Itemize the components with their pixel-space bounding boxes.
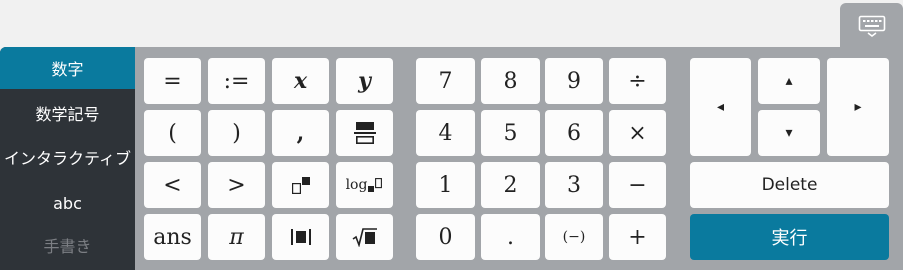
- category-tab-label: 手書き: [43, 237, 92, 256]
- chevron-up-icon: ▴: [785, 73, 793, 89]
- key-label: 実行: [771, 228, 808, 249]
- key-label: π: [229, 224, 244, 250]
- log-slots-icon: [368, 178, 383, 192]
- negate-key[interactable]: (−): [545, 214, 603, 260]
- absolute-value-icon: [290, 229, 311, 245]
- key-label: (−): [562, 229, 586, 245]
- assign-key[interactable]: :=: [208, 58, 265, 104]
- key-label: 5: [503, 120, 518, 146]
- cursor-up-key[interactable]: ▴: [758, 58, 820, 104]
- less-than-key[interactable]: <: [144, 162, 201, 208]
- key-label: log: [345, 177, 368, 193]
- key-label: ,: [296, 120, 305, 146]
- key-label: x: [293, 68, 308, 94]
- subtract-key[interactable]: −: [609, 162, 666, 208]
- key-label: ÷: [628, 68, 647, 94]
- digit-8-key[interactable]: 8: [481, 58, 540, 104]
- key-label: 9: [567, 68, 581, 94]
- key-label: ans: [153, 224, 192, 250]
- square-root-icon: [352, 228, 377, 247]
- key-label: <: [163, 172, 182, 198]
- log-key[interactable]: log: [336, 162, 393, 208]
- chevron-left-icon: ◂: [716, 99, 725, 115]
- digit-4-key[interactable]: 4: [416, 110, 475, 156]
- multiply-key[interactable]: ×: [609, 110, 666, 156]
- absolute-value-key[interactable]: [272, 214, 329, 260]
- cursor-right-key[interactable]: ▸: [827, 58, 889, 156]
- variable-y-key[interactable]: y: [336, 58, 393, 104]
- digit-3-key[interactable]: 3: [545, 162, 603, 208]
- key-label: 7: [438, 68, 453, 94]
- key-label: 3: [567, 172, 581, 198]
- digit-7-key[interactable]: 7: [416, 58, 475, 104]
- equals-key[interactable]: =: [144, 58, 201, 104]
- cursor-left-key[interactable]: ◂: [690, 58, 751, 156]
- key-label: ×: [628, 120, 647, 146]
- category-tab-abc[interactable]: abc: [0, 182, 135, 224]
- digit-6-key[interactable]: 6: [545, 110, 603, 156]
- key-label: .: [507, 224, 514, 250]
- category-tab-label: abc: [53, 193, 82, 213]
- delete-button[interactable]: Delete: [690, 162, 889, 208]
- keyboard-icon: [858, 15, 885, 37]
- key-label: =: [163, 68, 182, 94]
- decimal-point-key[interactable]: .: [481, 214, 540, 260]
- add-key[interactable]: +: [609, 214, 666, 260]
- category-tab-math-symbols[interactable]: 数学記号: [0, 92, 135, 134]
- power-key[interactable]: [272, 162, 329, 208]
- fraction-key[interactable]: [336, 110, 393, 156]
- divide-key[interactable]: ÷: [609, 58, 666, 104]
- digit-9-key[interactable]: 9: [545, 58, 603, 104]
- square-root-key[interactable]: [336, 214, 393, 260]
- keypad-category-sidebar: 数字 数学記号 インタラクティブ abc 手書き: [0, 47, 135, 270]
- category-tab-label: インタラクティブ: [3, 149, 132, 168]
- chevron-down-icon: ▾: [785, 125, 793, 141]
- chevron-right-icon: ▸: [854, 99, 862, 115]
- key-label: 8: [503, 68, 518, 94]
- key-label: ): [232, 120, 241, 146]
- category-tab-handwriting: 手書き: [0, 224, 135, 266]
- greater-than-key[interactable]: >: [208, 162, 265, 208]
- key-label: 0: [438, 224, 453, 250]
- digit-0-key[interactable]: 0: [416, 214, 475, 260]
- close-paren-key[interactable]: ): [208, 110, 265, 156]
- fraction-icon: [353, 122, 376, 145]
- ans-key[interactable]: ans: [144, 214, 201, 260]
- key-label: −: [628, 172, 647, 198]
- power-icon: [291, 177, 310, 195]
- variable-x-key[interactable]: x: [272, 58, 329, 104]
- open-paren-key[interactable]: (: [144, 110, 201, 156]
- keyboard-toggle-button[interactable]: [840, 3, 903, 48]
- digit-1-key[interactable]: 1: [416, 162, 475, 208]
- category-tab-label: 数字: [51, 60, 84, 79]
- key-label: >: [227, 172, 246, 198]
- comma-key[interactable]: ,: [272, 110, 329, 156]
- execute-button[interactable]: 実行: [690, 214, 889, 260]
- pi-key[interactable]: π: [208, 214, 265, 260]
- key-label: +: [628, 224, 647, 250]
- digit-5-key[interactable]: 5: [481, 110, 540, 156]
- digit-2-key[interactable]: 2: [481, 162, 540, 208]
- key-label: :=: [223, 68, 250, 94]
- key-label: Delete: [761, 175, 818, 195]
- key-label: 2: [503, 172, 518, 198]
- key-label: 6: [567, 120, 581, 146]
- key-label: 1: [438, 172, 453, 198]
- cursor-down-key[interactable]: ▾: [758, 110, 820, 156]
- category-tab-interactive[interactable]: インタラクティブ: [0, 136, 135, 178]
- key-label: 4: [438, 120, 453, 146]
- category-tab-numbers[interactable]: 数字: [0, 47, 135, 89]
- key-label: (: [168, 120, 177, 146]
- key-label: y: [358, 68, 371, 94]
- category-tab-label: 数学記号: [35, 105, 100, 124]
